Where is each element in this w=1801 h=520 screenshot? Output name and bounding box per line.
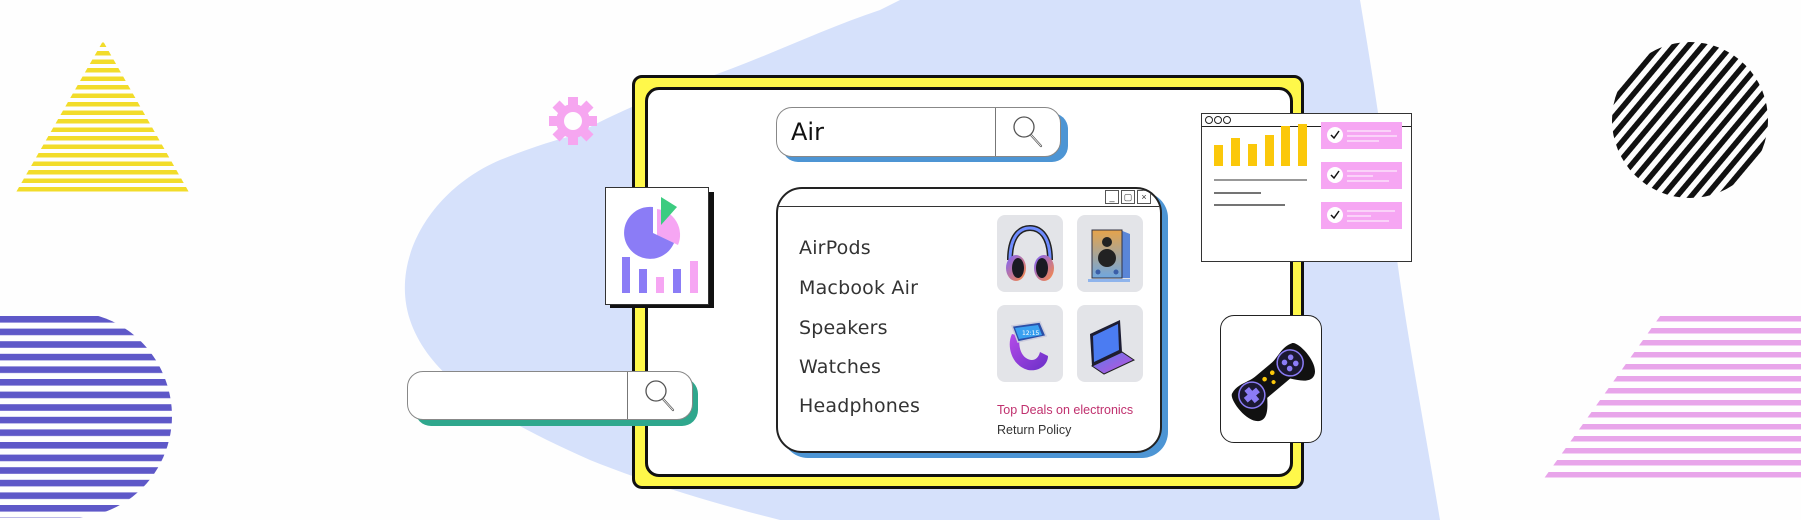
gamepad-card: [1220, 315, 1322, 443]
chart-bar: [1248, 144, 1257, 166]
striped-circle-shape: [1612, 42, 1768, 198]
speaker-icon: [1088, 229, 1130, 282]
main-search-input[interactable]: Air: [777, 108, 995, 156]
gamepad-icon: [1231, 343, 1315, 422]
product-tile-speaker[interactable]: [1077, 215, 1143, 292]
popup-titlebar: _ ▢ ×: [778, 189, 1160, 207]
checklist-item: [1321, 202, 1402, 229]
striped-trapezoid-shape: [1540, 312, 1801, 484]
analytics-card: [605, 187, 709, 305]
suggestion-item[interactable]: Speakers: [799, 317, 888, 339]
magnifier-icon: [645, 379, 675, 411]
suggestion-item[interactable]: AirPods: [799, 237, 871, 259]
gear-icon: [549, 97, 597, 145]
bar-chart-icon: [1214, 122, 1402, 229]
secondary-search-bar: [407, 371, 693, 420]
svg-text:12:15: 12:15: [1022, 330, 1039, 337]
bar-1: [622, 257, 630, 293]
results-popup: _ ▢ × AirPods Macbook Air Speakers Watch…: [776, 187, 1162, 453]
pie-chart-icon: [622, 197, 698, 293]
striped-half-circle-shape: [0, 312, 172, 518]
chart-bar: [1265, 135, 1274, 166]
chart-bar: [1231, 138, 1240, 166]
main-search-bar: Air: [776, 107, 1061, 157]
smartwatch-icon: 12:15: [1009, 320, 1048, 370]
laptop-icon: [1090, 319, 1136, 375]
minimize-button[interactable]: _: [1105, 190, 1119, 204]
checklist-item: [1321, 122, 1402, 149]
bar-4: [673, 269, 681, 293]
suggestion-item[interactable]: Watches: [799, 356, 881, 378]
chart-bar: [1298, 124, 1307, 166]
bar-3: [656, 277, 664, 293]
suggestion-item[interactable]: Headphones: [799, 395, 920, 417]
product-tile-smartwatch[interactable]: 12:15: [997, 305, 1063, 382]
dashboard-card: [1201, 113, 1412, 262]
close-button[interactable]: ×: [1137, 190, 1151, 204]
secondary-search-input[interactable]: [408, 372, 627, 419]
checklist-item: [1321, 162, 1402, 189]
maximize-button[interactable]: ▢: [1121, 190, 1135, 204]
return-policy-link[interactable]: Return Policy: [997, 423, 1071, 437]
suggestion-item[interactable]: Macbook Air: [799, 277, 918, 299]
chart-bar: [1281, 126, 1290, 166]
striped-triangle-shape: [15, 41, 190, 194]
main-search-button[interactable]: [995, 108, 1060, 156]
bar-5: [690, 261, 698, 293]
product-tile-laptop[interactable]: [1077, 305, 1143, 382]
bar-2: [639, 269, 647, 293]
top-deals-link[interactable]: Top Deals on electronics: [997, 403, 1133, 417]
magnifier-icon: [1013, 116, 1043, 148]
chart-bar: [1214, 145, 1223, 166]
headphones-icon: [1006, 224, 1054, 281]
secondary-search-button[interactable]: [627, 372, 692, 419]
product-tile-headphones[interactable]: [997, 215, 1063, 292]
